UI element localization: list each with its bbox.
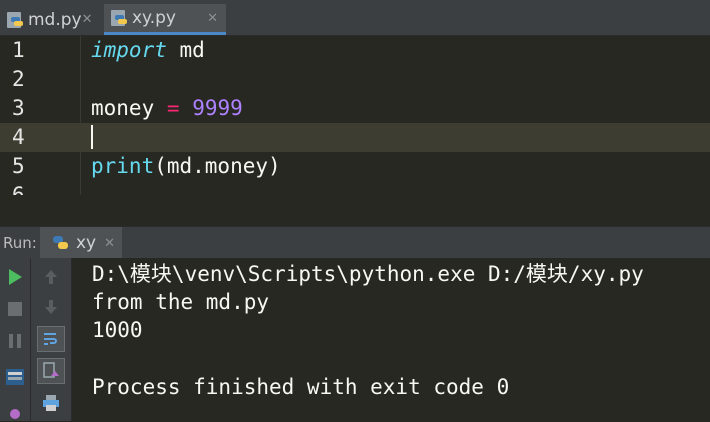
call-arguments: (md.money): [154, 154, 281, 178]
python-file-icon: [6, 11, 24, 29]
line-number: 2: [12, 67, 25, 91]
console-line: D:\模块\venv\Scripts\python.exe D:/模块/xy.p…: [92, 262, 644, 286]
current-code-line[interactable]: 4: [0, 123, 710, 152]
rerun-icon[interactable]: [4, 266, 26, 288]
console-line: from the md.py: [92, 290, 270, 314]
close-icon[interactable]: ✕: [207, 11, 218, 26]
module-name: md: [166, 38, 205, 62]
print-icon[interactable]: [40, 392, 62, 414]
builtin-print: print: [91, 154, 155, 178]
pause-icon[interactable]: [4, 330, 26, 352]
run-tab-label: xy: [76, 233, 97, 253]
line-number: 5: [12, 154, 25, 178]
run-left-toolbar: [0, 258, 31, 421]
code-line[interactable]: 5 print(md.money): [0, 152, 710, 181]
python-file-icon: [110, 9, 128, 27]
scroll-to-end-icon[interactable]: [37, 358, 65, 384]
debug-icon[interactable]: [2, 400, 28, 422]
text-caret: [91, 125, 93, 149]
assignment-operator: =: [166, 96, 180, 120]
stop-icon[interactable]: [4, 298, 26, 320]
editor-tab-bar: md.py ✕ xy.py ✕: [0, 0, 710, 36]
run-tab-xy[interactable]: xy ✕: [40, 227, 122, 259]
layout-icon[interactable]: [2, 366, 28, 388]
code-line[interactable]: 1 import md: [0, 36, 710, 65]
tab-label: md.py: [28, 9, 82, 30]
run-toolwindow-header: Run: xy ✕: [0, 226, 710, 259]
editor-bottom-spacer: [0, 195, 710, 226]
line-number: 3: [12, 96, 25, 120]
tab-xy-py[interactable]: xy.py ✕: [104, 4, 226, 35]
tab-label: xy.py: [132, 8, 176, 28]
down-arrow-icon[interactable]: [40, 296, 62, 318]
console-line: 1000: [92, 318, 143, 342]
python-file-icon: [52, 234, 70, 252]
code-line[interactable]: 3 money = 9999: [0, 94, 710, 123]
tab-md-py[interactable]: md.py ✕: [0, 4, 98, 35]
close-icon[interactable]: ✕: [104, 236, 115, 251]
soft-wrap-icon[interactable]: [37, 326, 65, 352]
code-text: money = 9999: [91, 94, 243, 123]
line-number: 1: [12, 38, 25, 62]
code-text: print(md.money): [91, 152, 281, 181]
run-console-output[interactable]: D:\模块\venv\Scripts\python.exe D:/模块/xy.p…: [72, 258, 710, 421]
up-arrow-icon[interactable]: [40, 266, 62, 288]
keyword-import: import: [91, 38, 167, 62]
run-right-toolbar: [31, 258, 72, 421]
code-line[interactable]: 6: [0, 181, 710, 195]
number-literal: 9999: [192, 96, 243, 120]
line-number: 6: [12, 183, 25, 195]
run-label: Run:: [3, 234, 37, 252]
code-editor[interactable]: 1 import md 2 3 money = 9999 4 5 print(m…: [0, 36, 710, 195]
close-icon[interactable]: ✕: [82, 12, 93, 27]
code-line[interactable]: 2: [0, 65, 710, 94]
console-line: Process finished with exit code 0: [92, 375, 510, 399]
variable-name: money: [91, 96, 155, 120]
code-text: import md: [91, 36, 205, 65]
line-number: 4: [12, 125, 25, 149]
